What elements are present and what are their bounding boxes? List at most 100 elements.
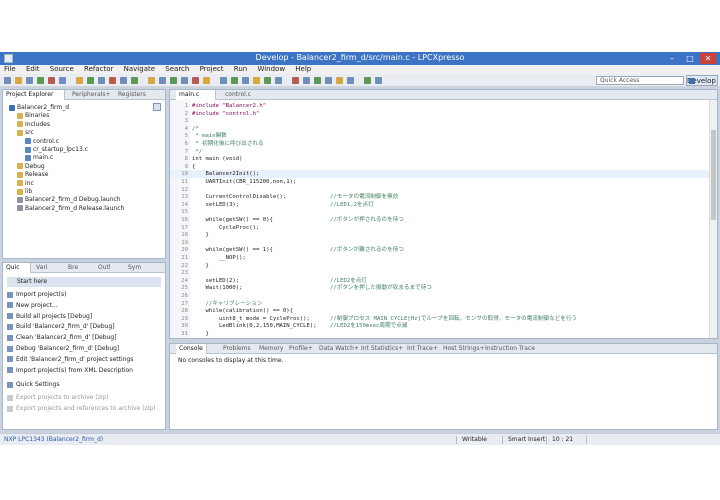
toolbar-action-icon[interactable] xyxy=(253,77,260,84)
toolbar-action-icon[interactable] xyxy=(87,77,94,84)
quickstart-item[interactable]: Quick Settings xyxy=(7,379,59,390)
tree-item[interactable]: Binaries xyxy=(17,112,49,120)
menu-source[interactable]: Source xyxy=(46,65,78,74)
toolbar-action-icon[interactable] xyxy=(15,77,22,84)
toolbar-action-icon[interactable] xyxy=(325,77,332,84)
menu-run[interactable]: Run xyxy=(230,65,251,74)
toolbar-action-icon[interactable] xyxy=(275,77,282,84)
tab-main-c[interactable]: main.c xyxy=(176,90,216,100)
quickstart-item[interactable]: Build all projects [Debug] xyxy=(7,311,92,322)
toolbar-action-icon[interactable] xyxy=(37,77,44,84)
toolbar-action-icon[interactable] xyxy=(314,77,321,84)
tree-item[interactable]: lib xyxy=(17,188,32,196)
tree-item[interactable]: Balancer2_firm_d Release.launch xyxy=(17,205,124,213)
toolbar-action-icon[interactable] xyxy=(192,77,199,84)
link-editor-icon[interactable] xyxy=(153,103,161,111)
toolbar-action-icon[interactable] xyxy=(220,77,227,84)
toolbar-action-icon[interactable] xyxy=(242,77,249,84)
menu-window[interactable]: Window xyxy=(253,65,289,74)
tab-console-view[interactable]: Int Statistics+ xyxy=(358,344,406,354)
toolbar-action-icon[interactable] xyxy=(48,77,55,84)
toolbar-action-icon[interactable] xyxy=(203,77,210,84)
toolbar-action-icon[interactable] xyxy=(98,77,105,84)
menu-file[interactable]: File xyxy=(0,65,20,74)
toolbar-action-icon[interactable] xyxy=(76,77,83,84)
toolbar-action-icon[interactable] xyxy=(4,77,11,84)
tab-console-view[interactable]: Profile+ xyxy=(286,344,316,354)
quickstart-item[interactable]: Edit 'Balancer2_firm_d' project settings xyxy=(7,354,133,365)
status-target[interactable]: NXP LPC1343 (Balancer2_firm_d) xyxy=(4,434,103,445)
tab-symbols[interactable]: Sym xyxy=(125,263,144,273)
tab-console-view[interactable]: Host Strings+ xyxy=(440,344,488,354)
toolbar-action-icon[interactable] xyxy=(303,77,310,84)
quick-access-input[interactable]: Quick Access xyxy=(596,76,684,85)
toolbar-action-icon[interactable] xyxy=(347,77,354,84)
maximize-button[interactable]: □ xyxy=(682,53,698,64)
toolbar-action-icon[interactable] xyxy=(170,77,177,84)
tab-registers[interactable]: Registers xyxy=(115,90,149,100)
tree-item[interactable]: Release xyxy=(17,171,48,179)
tab-console-view[interactable]: Instruction Trace xyxy=(482,344,538,354)
menu-help[interactable]: Help xyxy=(291,65,315,74)
toolbar-action-icon[interactable] xyxy=(159,77,166,84)
toolbar-action-icon[interactable] xyxy=(181,77,188,84)
quickstart-item[interactable]: Import project(s) from XML Description xyxy=(7,365,133,376)
menu-edit[interactable]: Edit xyxy=(22,65,44,74)
close-button[interactable]: ✕ xyxy=(700,53,716,64)
toolbar-action-icon[interactable] xyxy=(120,77,127,84)
quickstart-item[interactable]: Clean 'Balancer2_firm_d' [Debug] xyxy=(7,332,117,343)
toolbar-action-icon[interactable] xyxy=(364,77,371,84)
quickstart-item[interactable]: Debug 'Balancer2_firm_d' [Debug] xyxy=(7,343,119,354)
tree-item-label: Binaries xyxy=(25,112,50,120)
minimize-button[interactable]: – xyxy=(664,53,680,64)
toolbar-action-icon[interactable] xyxy=(109,77,116,84)
toolbar-action-icon[interactable] xyxy=(131,77,138,84)
quickstart-item[interactable]: Build 'Balancer2_firm_d' [Debug] xyxy=(7,321,115,332)
code-line[interactable]: 31 } xyxy=(170,330,717,338)
tab-breakpoints[interactable]: Bre xyxy=(65,263,81,273)
tree-item[interactable]: cr_startup_lpc13.c xyxy=(25,146,88,154)
quickstart-item-label: Debug 'Balancer2_firm_d' [Debug] xyxy=(16,345,120,352)
tab-console-view[interactable]: Problems xyxy=(220,344,254,354)
toolbar-action-icon[interactable] xyxy=(375,77,382,84)
tree-item[interactable]: src xyxy=(17,129,34,137)
start-here-header[interactable]: Start here xyxy=(7,277,161,287)
tab-console-view[interactable]: Int Trace+ xyxy=(404,344,441,354)
status-insert-mode: Smart Insert xyxy=(508,436,546,443)
tab-control-c[interactable]: control.c xyxy=(222,90,266,100)
quickstart-action-icon xyxy=(7,302,13,309)
menu-search[interactable]: Search xyxy=(161,65,193,74)
tab-peripherals[interactable]: Peripherals+ xyxy=(69,90,114,100)
tab-outline[interactable]: Outl xyxy=(95,263,114,273)
menu-navigate[interactable]: Navigate xyxy=(120,65,159,74)
quickstart-item[interactable]: Import project(s) xyxy=(7,289,66,300)
menu-project[interactable]: Project xyxy=(196,65,228,74)
toolbar-action-icon[interactable] xyxy=(148,77,155,84)
menu-refactor[interactable]: Refactor xyxy=(80,65,117,74)
tree-item[interactable]: Debug xyxy=(17,163,45,171)
toolbar-action-icon[interactable] xyxy=(26,77,33,84)
editor-scrollbar[interactable] xyxy=(709,100,717,338)
toolbar-action-icon[interactable] xyxy=(292,77,299,84)
tab-console-view[interactable]: Data Watch+ xyxy=(316,344,362,354)
tree-item[interactable]: Balancer2_firm_d Debug.launch xyxy=(17,196,121,204)
editor-scroll-thumb[interactable] xyxy=(711,130,716,220)
tree-item[interactable]: main.c xyxy=(25,154,53,162)
tab-project-explorer[interactable]: Project Explorer xyxy=(3,90,65,100)
tree-item[interactable]: inc xyxy=(17,180,34,188)
toolbar-action-icon[interactable] xyxy=(231,77,238,84)
tab-variables[interactable]: Vari xyxy=(33,263,50,273)
develop-perspective-button[interactable]: Develop xyxy=(686,75,718,86)
status-separator xyxy=(456,436,457,444)
tab-console-view[interactable]: Memory xyxy=(256,344,286,354)
toolbar-action-icon[interactable] xyxy=(264,77,271,84)
tab-quickstart[interactable]: Quic xyxy=(3,263,31,273)
quickstart-item[interactable]: New project... xyxy=(7,300,58,311)
tree-item[interactable]: Includes xyxy=(17,121,50,129)
toolbar-action-icon[interactable] xyxy=(59,77,66,84)
tree-item[interactable]: control.c xyxy=(25,138,59,146)
toolbar-action-icon[interactable] xyxy=(336,77,343,84)
tree-item[interactable]: Balancer2_firm_d xyxy=(9,104,69,112)
tab-console-view[interactable]: Console xyxy=(176,344,207,354)
console-message: No consoles to display at this time. xyxy=(178,357,284,364)
